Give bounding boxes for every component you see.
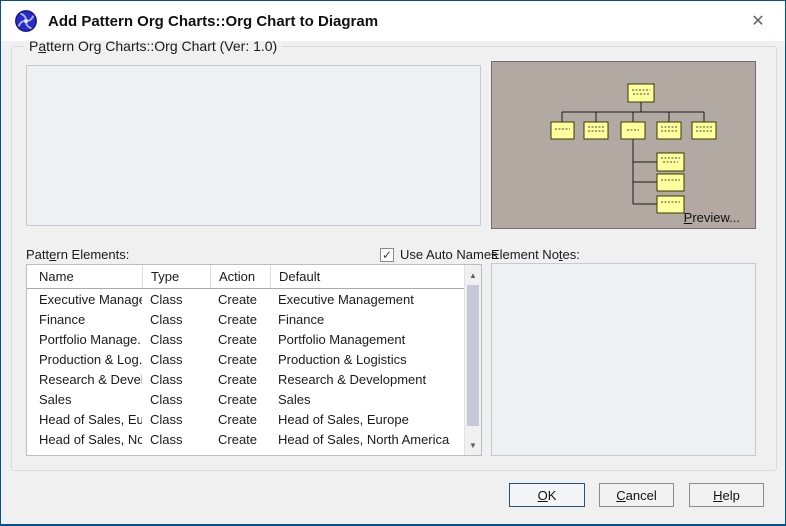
dialog-title: Add Pattern Org Charts::Org Chart to Dia…: [48, 13, 378, 30]
table-scrollbar[interactable]: ▲ ▼: [464, 265, 481, 455]
cell-name: Production & Log...: [27, 352, 142, 367]
table-row[interactable]: Executive Manage... Class Create Executi…: [27, 289, 464, 309]
table-header-row: Name Type Action Default: [27, 265, 481, 289]
cell-action: Create: [210, 312, 270, 327]
table-row[interactable]: Head of Sales, Eu... Class Create Head o…: [27, 409, 464, 429]
scroll-up-icon[interactable]: ▲: [465, 266, 481, 284]
cell-type: Class: [142, 352, 210, 367]
use-auto-names-control: ✓ Use Auto Names: [380, 247, 498, 262]
cell-name: Portfolio Manage...: [27, 332, 142, 347]
cell-default: Production & Logistics: [270, 352, 464, 367]
cell-name: Head of Sales, Eu...: [27, 412, 142, 427]
cell-name: Research & Devel...: [27, 372, 142, 387]
pattern-elements-label: Pattern Elements:: [26, 247, 129, 262]
cell-action: Create: [210, 352, 270, 367]
cell-name: Executive Manage...: [27, 292, 142, 307]
scrollbar-thumb[interactable]: [467, 285, 479, 426]
cell-name: Sales: [27, 392, 142, 407]
org-chart-preview: [492, 62, 755, 228]
cancel-button[interactable]: Cancel: [599, 483, 674, 507]
close-icon[interactable]: ✕: [747, 10, 769, 32]
add-pattern-dialog: Add Pattern Org Charts::Org Chart to Dia…: [0, 0, 786, 526]
cell-type: Class: [142, 372, 210, 387]
cell-default: Sales: [270, 392, 464, 407]
column-header-name[interactable]: Name: [27, 265, 142, 288]
cell-type: Class: [142, 432, 210, 447]
scroll-down-icon[interactable]: ▼: [465, 436, 481, 454]
column-header-type[interactable]: Type: [142, 265, 210, 288]
cell-action: Create: [210, 332, 270, 347]
cell-type: Class: [142, 332, 210, 347]
column-header-default[interactable]: Default: [270, 265, 481, 288]
use-auto-names-checkbox[interactable]: ✓: [380, 248, 394, 262]
preview-link[interactable]: Preview...: [684, 210, 740, 225]
cell-default: Head of Sales, Europe: [270, 412, 464, 427]
cell-type: Class: [142, 412, 210, 427]
pattern-description-box[interactable]: [26, 65, 481, 226]
title-bar: Add Pattern Org Charts::Org Chart to Dia…: [1, 1, 785, 41]
cell-default: Portfolio Management: [270, 332, 464, 347]
column-header-action[interactable]: Action: [210, 265, 270, 288]
element-notes-label: Element Notes:: [491, 247, 580, 262]
cell-default: Finance: [270, 312, 464, 327]
cell-type: Class: [142, 292, 210, 307]
table-body: Executive Manage... Class Create Executi…: [27, 289, 464, 455]
cell-default: Head of Sales, North America: [270, 432, 464, 447]
pattern-preview-panel: Preview...: [491, 61, 756, 229]
cell-default: Research & Development: [270, 372, 464, 387]
cell-action: Create: [210, 432, 270, 447]
help-button[interactable]: Help: [689, 483, 764, 507]
cell-default: Executive Management: [270, 292, 464, 307]
cell-name: Finance: [27, 312, 142, 327]
cell-action: Create: [210, 292, 270, 307]
cell-type: Class: [142, 392, 210, 407]
element-notes-box[interactable]: [491, 263, 756, 456]
pattern-swirl-icon: [14, 9, 38, 33]
table-row[interactable]: Finance Class Create Finance: [27, 309, 464, 329]
pattern-elements-table: Name Type Action Default Executive Manag…: [26, 264, 482, 456]
table-row[interactable]: Head of Sales, No... Class Create Head o…: [27, 429, 464, 449]
table-row[interactable]: Sales Class Create Sales: [27, 389, 464, 409]
cell-action: Create: [210, 412, 270, 427]
cell-type: Class: [142, 312, 210, 327]
cell-action: Create: [210, 372, 270, 387]
cell-action: Create: [210, 392, 270, 407]
table-row[interactable]: Production & Log... Class Create Product…: [27, 349, 464, 369]
table-row[interactable]: Portfolio Manage... Class Create Portfol…: [27, 329, 464, 349]
ok-button[interactable]: OK: [509, 483, 585, 507]
use-auto-names-label: Use Auto Names: [400, 247, 498, 262]
table-row[interactable]: Research & Devel... Class Create Researc…: [27, 369, 464, 389]
cell-name: Head of Sales, No...: [27, 432, 142, 447]
check-icon: ✓: [382, 249, 392, 261]
